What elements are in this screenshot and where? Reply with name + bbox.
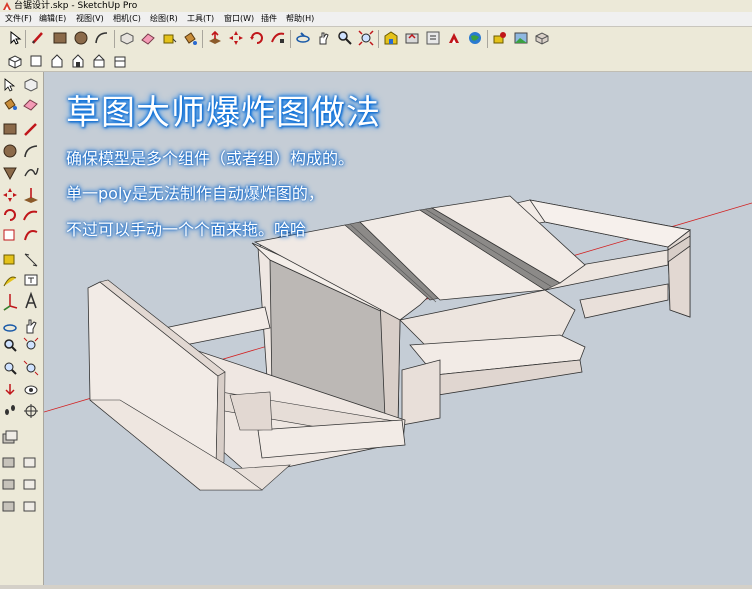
layer-icon-b <box>2 457 15 468</box>
move-icon[interactable] <box>228 30 244 46</box>
arc-side-icon <box>24 145 38 158</box>
add-location-icon[interactable] <box>492 30 508 46</box>
orbit-side-icon <box>3 324 17 332</box>
extents-side-icon <box>23 360 39 376</box>
photo-texture-icon[interactable] <box>513 30 529 46</box>
select-arrow-icon <box>4 78 16 92</box>
menu-camera[interactable]: 相机(C) <box>111 12 143 26</box>
axes-side-icon <box>3 294 18 311</box>
freehand-side-icon <box>24 167 39 177</box>
component-icon <box>24 78 38 92</box>
follow-me-icon[interactable] <box>270 30 286 46</box>
rotate-side-icon <box>4 209 16 221</box>
scale-side-icon <box>3 229 15 241</box>
overlay-line-2: 单一poly是无法制作自动爆炸图的， <box>66 184 324 203</box>
sketchup-app-icon <box>3 2 11 10</box>
position-camera-side-icon <box>5 384 15 396</box>
layer-icon-a <box>2 430 18 444</box>
zoom-window-side-icon <box>23 337 39 350</box>
left-tool-palette <box>0 72 44 585</box>
share-model-icon[interactable] <box>404 30 420 46</box>
zoom-side-icon <box>4 339 17 352</box>
layer-icon-f <box>2 501 15 512</box>
menu-file[interactable]: 文件(F) <box>3 12 34 26</box>
tape-side-icon <box>3 254 15 265</box>
menu-tools[interactable]: 工具(T) <box>185 12 216 26</box>
pushpull-side-icon <box>24 188 38 203</box>
dimension-side-icon <box>24 253 38 267</box>
preview-model-icon[interactable] <box>534 30 550 46</box>
section-side-icon <box>24 404 38 418</box>
tool-palette-icons[interactable] <box>0 72 43 585</box>
paint-icon <box>4 98 17 110</box>
menu-draw[interactable]: 绘图(R) <box>148 12 180 26</box>
iso-view-icon[interactable] <box>7 53 23 69</box>
rect-side-icon <box>3 123 17 135</box>
title-bar: 台锯设计.skp - SketchUp Pro <box>0 0 752 12</box>
orbit-icon[interactable] <box>295 30 311 46</box>
zoom-icon[interactable] <box>337 30 353 46</box>
eraser-icon[interactable] <box>140 30 156 46</box>
walk-side-icon <box>5 405 15 415</box>
zoom-extents-icon[interactable] <box>358 30 374 46</box>
rectangle-icon[interactable] <box>52 30 68 46</box>
3dtext-side-icon <box>25 291 37 309</box>
main-toolbar <box>0 27 752 52</box>
eraser-side-icon <box>23 99 38 111</box>
front-support-block <box>401 359 441 426</box>
left-view-icon[interactable] <box>112 53 128 69</box>
tape-measure-icon[interactable] <box>161 30 177 46</box>
circle-icon[interactable] <box>73 30 89 46</box>
line-side-icon <box>24 123 37 136</box>
text-side-icon <box>24 274 38 286</box>
move-side-icon <box>3 188 17 202</box>
get-models-icon[interactable] <box>425 30 441 46</box>
pencil-line-icon[interactable] <box>30 30 46 46</box>
menu-bar: 文件(F) 编辑(E) 视图(V) 相机(C) 绘图(R) 工具(T) 窗口(W… <box>0 12 752 27</box>
views-toolbar <box>0 51 752 72</box>
make-component-icon[interactable] <box>119 30 135 46</box>
select-tool-icon[interactable] <box>7 30 23 46</box>
push-pull-icon[interactable] <box>207 30 223 46</box>
offset-side-icon <box>24 230 38 241</box>
front-view-icon[interactable] <box>49 53 65 69</box>
warehouse-icon[interactable] <box>383 30 399 46</box>
lookaround-side-icon <box>24 385 38 395</box>
followme-side-icon <box>23 210 38 221</box>
previous-side-icon <box>4 362 17 375</box>
circle-side-icon <box>3 144 17 158</box>
menu-view[interactable]: 视图(V) <box>74 12 106 26</box>
pan-side-icon <box>26 319 37 334</box>
pan-hand-icon[interactable] <box>316 30 332 46</box>
menu-help[interactable]: 帮助(H) <box>284 12 316 26</box>
extension-warehouse-icon[interactable] <box>446 30 462 46</box>
layer-icon-c <box>23 457 36 468</box>
window-title: 台锯设计.skp - SketchUp Pro <box>14 1 138 11</box>
rotate-icon[interactable] <box>249 30 265 46</box>
overlay-line-3: 不过可以手动一个个面来拖。哈哈 <box>66 220 307 239</box>
google-earth-icon[interactable] <box>467 30 483 46</box>
arc-icon[interactable] <box>94 30 110 46</box>
layer-icon-g <box>23 501 36 512</box>
back-view-icon[interactable] <box>91 53 107 69</box>
right-lower-rail <box>579 283 669 319</box>
polygon-side-icon <box>3 167 17 181</box>
right-view-icon[interactable] <box>70 53 86 69</box>
menu-plugins[interactable]: 插件 <box>259 12 279 26</box>
protractor-side-icon <box>3 276 17 287</box>
menu-edit[interactable]: 编辑(E) <box>37 12 68 26</box>
overlay-line-1: 确保模型是多个组件（或者组）构成的。 <box>66 149 355 168</box>
menu-window[interactable]: 窗口(W) <box>222 12 256 26</box>
layer-icon-d <box>2 479 15 490</box>
overlay-headline: 草图大师爆炸图做法 <box>66 93 381 133</box>
top-view-icon[interactable] <box>28 53 44 69</box>
layer-icon-e <box>23 479 36 490</box>
paint-bucket-icon[interactable] <box>182 30 198 46</box>
